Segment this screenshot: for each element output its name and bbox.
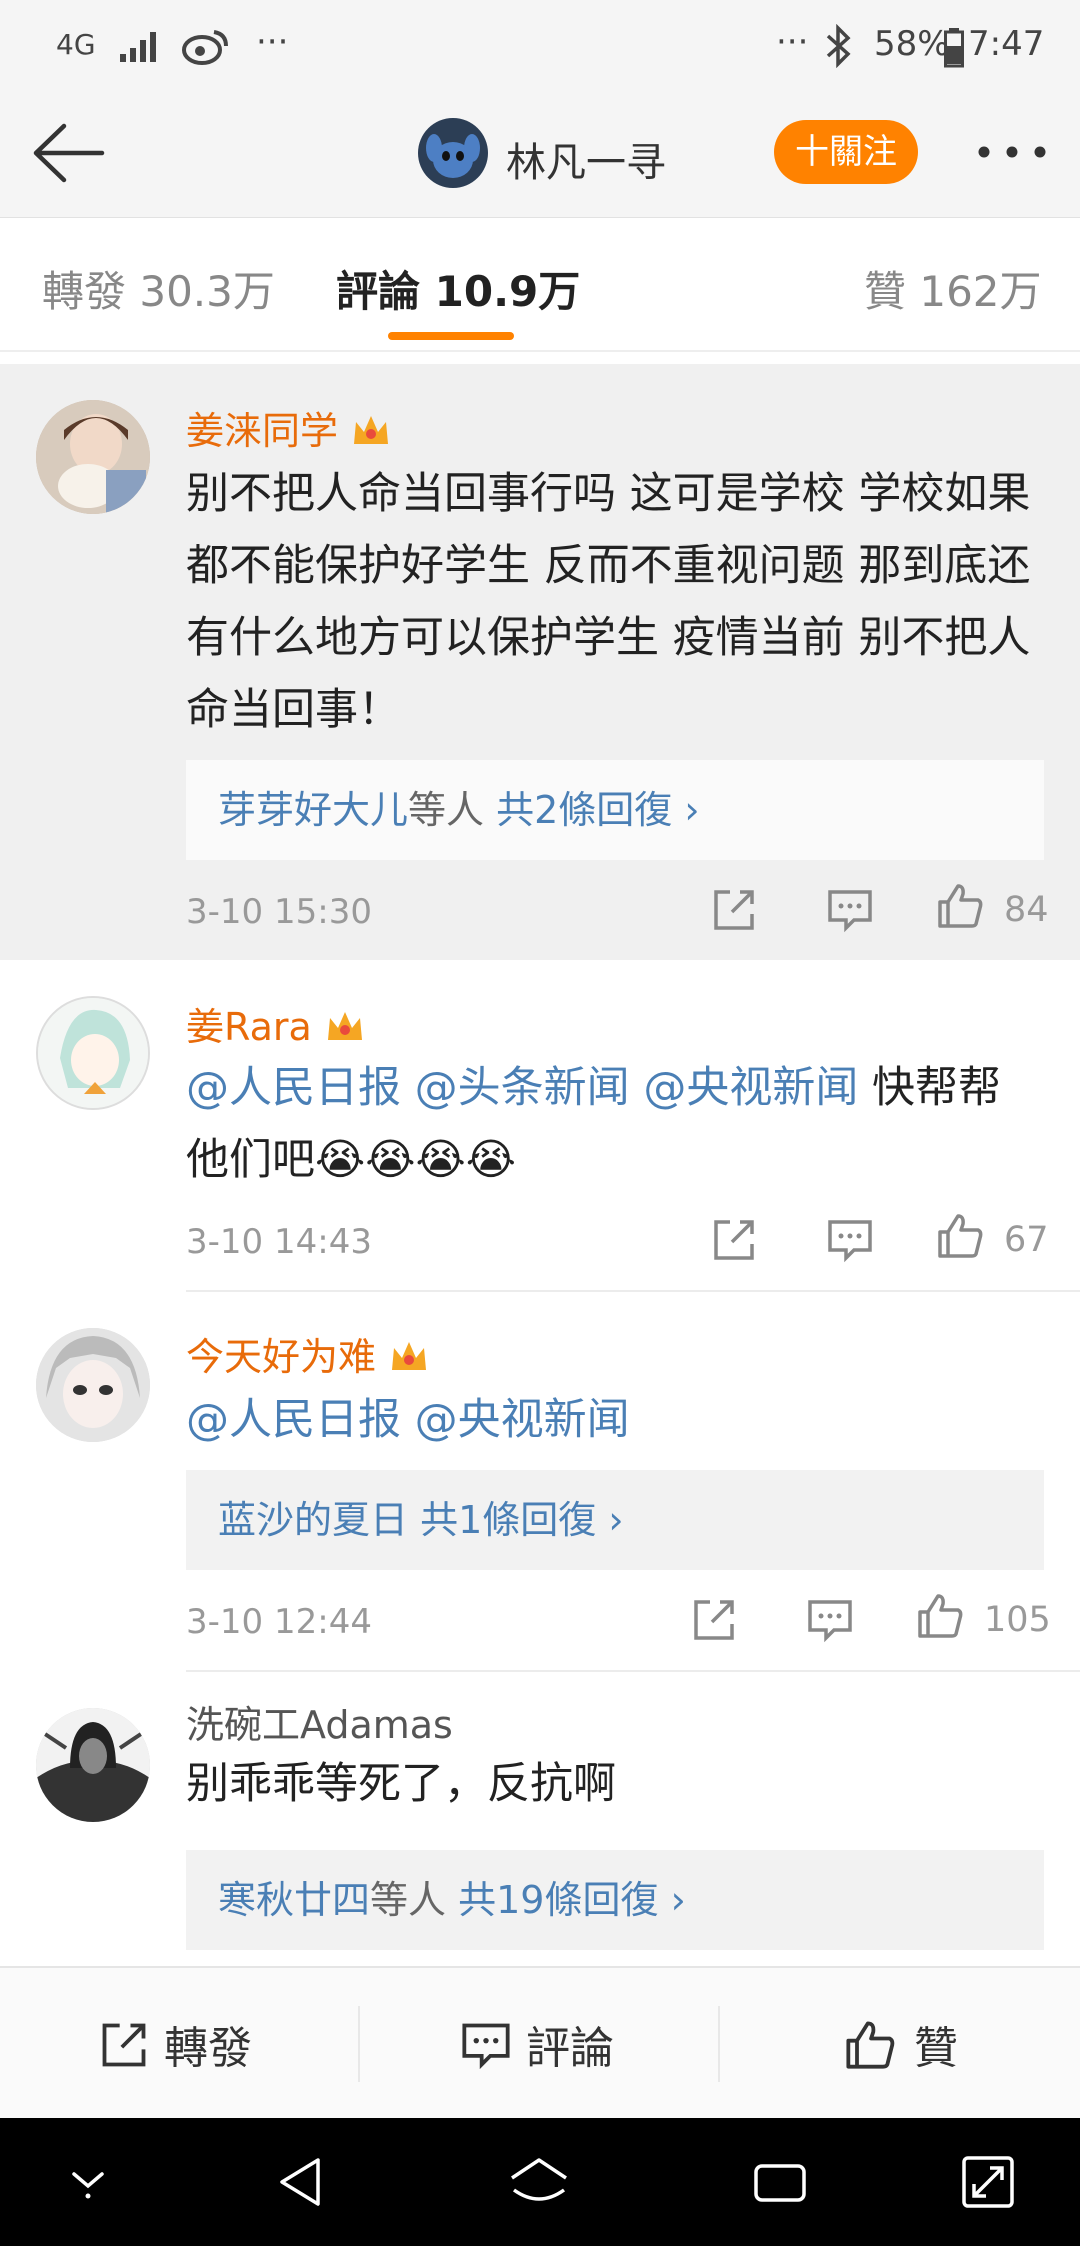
chevron-down-icon[interactable] <box>66 2160 110 2204</box>
back-nav-icon[interactable] <box>274 2154 326 2210</box>
signal-icon <box>120 32 156 62</box>
commenter-avatar[interactable] <box>36 1328 150 1442</box>
comment-time: 3-10 12:44 <box>186 1602 372 1642</box>
tab-likes[interactable]: 贊 162万 <box>864 258 1042 319</box>
user-avatar[interactable] <box>418 118 488 188</box>
like-icon[interactable] <box>936 1212 984 1260</box>
comment-text: 别乖乖等死了，反抗啊 <box>186 1759 616 1809</box>
bluetooth-icon <box>826 24 851 68</box>
follow-button[interactable]: 十關注 <box>774 120 918 184</box>
crying-emoji: 😭😭😭😭 <box>315 1135 516 1185</box>
expand-nav-icon[interactable] <box>960 2154 1016 2210</box>
vip-crown-icon <box>354 416 389 444</box>
status-more-left: ··· <box>256 22 289 62</box>
clock: 7:47 <box>968 24 1045 64</box>
comment-icon[interactable] <box>826 1216 874 1264</box>
separator <box>718 2006 720 2082</box>
commenter-avatar[interactable] <box>36 400 150 514</box>
username[interactable]: 姜Rara <box>186 996 366 1051</box>
status-bar: 4G ··· ··· 58% 7:47 <box>0 0 1080 92</box>
battery-icon <box>944 28 964 68</box>
mention-link[interactable]: @头条新闻 <box>415 1063 630 1113</box>
chevron-right-icon: › <box>608 1498 624 1542</box>
comment-time: 3-10 14:43 <box>186 1222 372 1262</box>
tab-reposts[interactable]: 轉發 30.3万 <box>42 258 275 319</box>
status-more-right: ··· <box>776 22 809 62</box>
vip-crown-icon <box>392 1342 427 1370</box>
recents-nav-icon[interactable] <box>752 2160 808 2206</box>
commenter-avatar[interactable] <box>36 1708 150 1822</box>
comment-text: 别不把人命当回事行吗 这可是学校 学校如果都不能保护好学生 反而不重视问题 那到… <box>186 469 1031 735</box>
home-nav-icon[interactable] <box>508 2156 570 2208</box>
profile-name[interactable]: 林凡一寻 <box>506 130 666 188</box>
like-count: 67 <box>1004 1220 1049 1260</box>
share-icon[interactable] <box>710 1216 758 1264</box>
comment-item[interactable]: 洗碗工Adamas 别乖乖等死了，反抗啊 寒秋廿四等人 共19條回復 › <box>0 1672 1080 1966</box>
mention-link[interactable]: @央视新闻 <box>415 1395 630 1445</box>
comment-item[interactable]: 今天好为难 @人民日报 @央视新闻 蓝沙的夏日 共1條回復 › 3-10 12:… <box>0 1292 1080 1672</box>
tab-bar: 轉發 30.3万 評論 10.9万 贊 162万 <box>0 218 1080 352</box>
comment-icon[interactable] <box>826 886 874 934</box>
chevron-right-icon: › <box>684 788 700 832</box>
comment-time: 3-10 15:30 <box>186 892 372 932</box>
separator <box>358 2006 360 2082</box>
like-button[interactable]: 贊 <box>844 2012 958 2076</box>
comment-text: @人民日报 @头条新闻 @央视新闻 快帮帮他们吧😭😭😭😭 <box>186 1063 1002 1185</box>
comment-icon[interactable] <box>806 1596 854 1644</box>
repost-icon <box>102 2023 146 2067</box>
active-tab-indicator <box>388 332 514 340</box>
comment-item[interactable]: 姜涞同学 别不把人命当回事行吗 这可是学校 学校如果都不能保护好学生 反而不重视… <box>0 364 1080 960</box>
tab-comments[interactable]: 評論 10.9万 <box>336 258 580 319</box>
back-arrow-icon[interactable] <box>30 120 106 186</box>
chevron-right-icon: › <box>670 1878 686 1922</box>
share-icon[interactable] <box>690 1596 738 1644</box>
share-icon[interactable] <box>710 886 758 934</box>
mention-link[interactable]: @人民日报 <box>186 1063 401 1113</box>
system-nav-bar <box>0 2118 1080 2246</box>
vip-crown-icon <box>327 1012 362 1040</box>
replies-summary[interactable]: 寒秋廿四等人 共19條回復 › <box>186 1850 1044 1950</box>
network-indicator: 4G <box>56 28 96 61</box>
comment-button[interactable]: 評論 <box>460 2012 614 2076</box>
bottom-action-bar: 轉發 評論 贊 <box>0 1966 1080 2118</box>
username[interactable]: 姜涞同学 <box>186 400 392 455</box>
like-count: 105 <box>984 1600 1051 1640</box>
comment-text: @人民日报 @央视新闻 <box>186 1384 1036 1456</box>
comment-icon <box>462 2023 510 2070</box>
like-icon <box>846 2021 895 2069</box>
like-count: 84 <box>1004 890 1049 930</box>
mention-link[interactable]: @央视新闻 <box>643 1063 858 1113</box>
replies-summary[interactable]: 蓝沙的夏日 共1條回復 › <box>186 1470 1044 1570</box>
battery-percent: 58% <box>874 24 950 64</box>
repost-button[interactable]: 轉發 <box>98 2012 252 2076</box>
like-icon[interactable] <box>936 882 984 930</box>
username[interactable]: 今天好为难 <box>186 1326 430 1381</box>
top-nav-bar: 林凡一寻 十關注 <box>0 92 1080 218</box>
replies-summary[interactable]: 芽芽好大儿等人 共2條回復 › <box>186 760 1044 860</box>
more-dots-icon[interactable] <box>976 144 1048 160</box>
like-icon[interactable] <box>916 1592 964 1640</box>
commenter-avatar[interactable] <box>36 996 150 1110</box>
comment-item[interactable]: 姜Rara @人民日报 @头条新闻 @央视新闻 快帮帮他们吧😭😭😭😭 3-10 … <box>0 960 1080 1292</box>
username[interactable]: 洗碗工Adamas <box>186 1694 453 1749</box>
weibo-icon <box>182 30 228 65</box>
mention-link[interactable]: @人民日报 <box>186 1395 401 1445</box>
